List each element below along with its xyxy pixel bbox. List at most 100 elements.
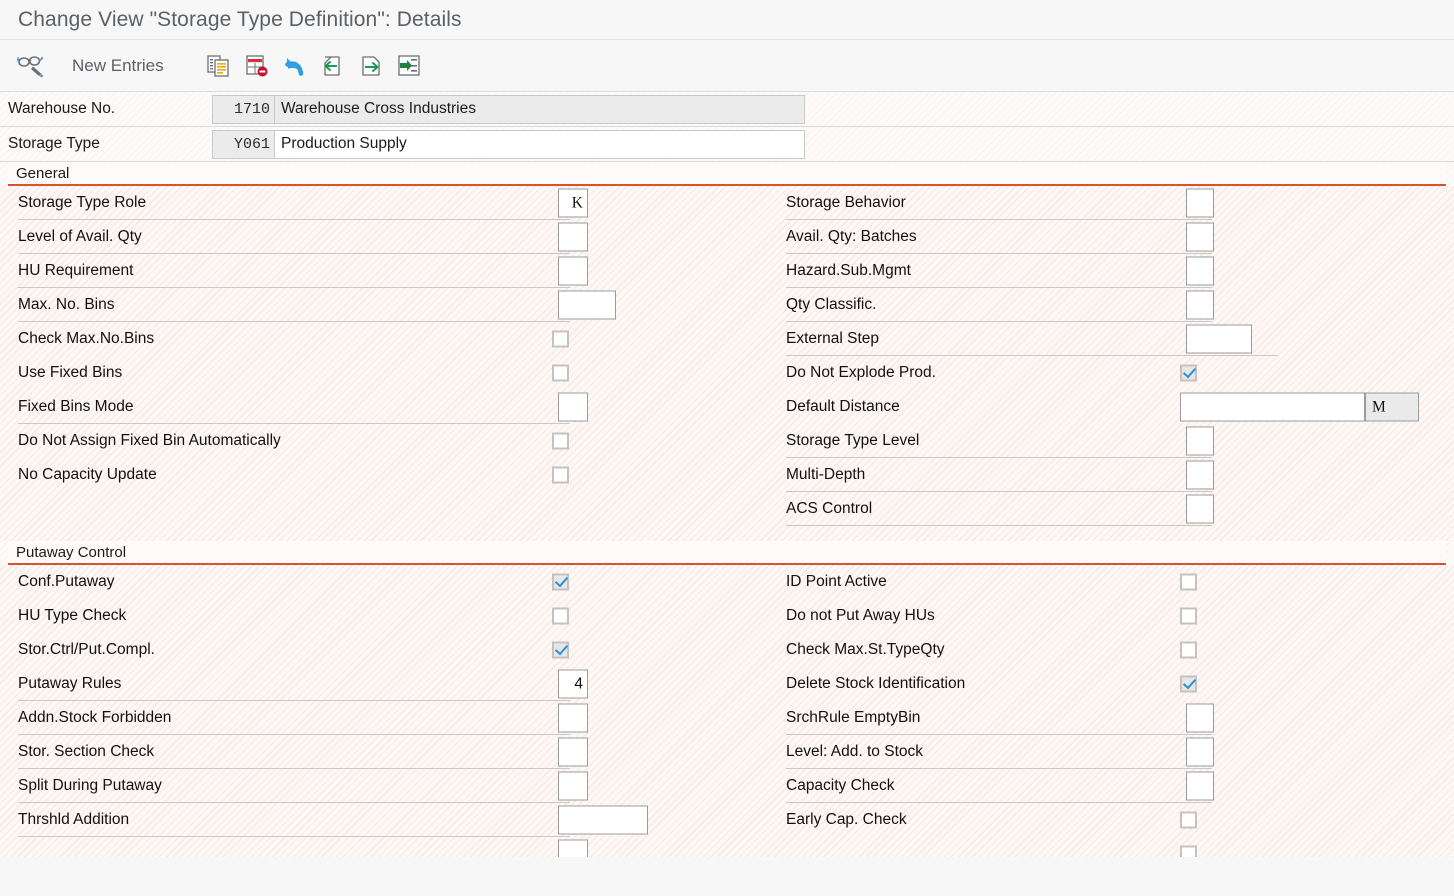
partial-next-input-left[interactable] — [558, 839, 588, 857]
do-not-explode-prod-checkbox[interactable] — [1180, 364, 1197, 382]
field-label: Check Max.No.Bins — [18, 330, 155, 347]
field-label: Default Distance — [786, 398, 900, 415]
putaway-rules-input[interactable]: 4 — [558, 669, 588, 699]
field-level-add-to-stock: Level: Add. to Stock — [776, 735, 1446, 769]
storage-type-level-input[interactable] — [1186, 426, 1214, 456]
field-label: Qty Classific. — [786, 296, 877, 313]
storage-type-key-field[interactable]: Y061 — [212, 129, 275, 159]
putaway-control-section-body: Conf.Putaway HU Type Check Stor.Ctrl/Put… — [0, 565, 1454, 857]
field-partial-next-row-left — [8, 837, 768, 857]
early-cap-check-checkbox[interactable] — [1180, 811, 1197, 829]
id-point-active-checkbox[interactable] — [1180, 573, 1197, 591]
copy-icon[interactable] — [200, 49, 238, 83]
thrshld-addition-input[interactable] — [558, 805, 648, 835]
field-hu-requirement: HU Requirement — [8, 254, 768, 288]
check-max-no-bins-checkbox[interactable] — [552, 330, 569, 348]
stor-ctrl-put-compl-checkbox[interactable] — [552, 641, 569, 659]
storage-type-row: Storage Type Y061 Production Supply — [0, 127, 1454, 162]
hazard-sub-mgmt-input[interactable] — [1186, 256, 1214, 286]
putaway-right-column: ID Point Active Do not Put Away HUs Chec… — [776, 565, 1446, 857]
field-level-of-avail-qty: Level of Avail. Qty — [8, 220, 768, 254]
field-label: Stor. Section Check — [18, 743, 155, 760]
check-max-st-type-qty-checkbox[interactable] — [1180, 641, 1197, 659]
field-label: Use Fixed Bins — [18, 364, 123, 381]
field-label: Level: Add. to Stock — [786, 743, 924, 760]
warehouse-row: Warehouse No. 1710 Warehouse Cross Indus… — [0, 92, 1454, 127]
split-during-putaway-input[interactable] — [558, 771, 588, 801]
field-capacity-check: Capacity Check — [776, 769, 1446, 803]
level-of-avail-qty-input[interactable] — [558, 222, 588, 252]
hu-requirement-input[interactable] — [558, 256, 588, 286]
field-multi-depth: Multi-Depth — [776, 458, 1446, 492]
field-check-max-st-type-qty: Check Max.St.TypeQty — [776, 633, 1446, 667]
capacity-check-input[interactable] — [1186, 771, 1214, 801]
field-stor-section-check: Stor. Section Check — [8, 735, 768, 769]
multi-depth-input[interactable] — [1186, 460, 1214, 490]
storage-type-role-input[interactable]: K — [558, 188, 588, 218]
field-id-point-active: ID Point Active — [776, 565, 1446, 599]
field-do-not-explode-prod: Do Not Explode Prod. — [776, 356, 1446, 390]
field-hu-type-check: HU Type Check — [8, 599, 768, 633]
field-do-not-put-away-hus: Do not Put Away HUs — [776, 599, 1446, 633]
field-thrshld-addition: Thrshld Addition — [8, 803, 768, 837]
previous-entry-icon[interactable] — [314, 49, 352, 83]
field-label: Do not Put Away HUs — [786, 607, 935, 624]
page-title: Change View "Storage Type Definition": D… — [18, 7, 462, 31]
field-default-distance: Default Distance M — [776, 390, 1446, 424]
delete-stock-identification-checkbox[interactable] — [1180, 675, 1197, 693]
fixed-bins-mode-input[interactable] — [558, 392, 588, 422]
warehouse-number-field[interactable]: 1710 — [212, 94, 275, 124]
delete-row-icon[interactable] — [238, 49, 276, 83]
addn-stock-forbidden-input[interactable] — [558, 703, 588, 733]
field-label: Check Max.St.TypeQty — [786, 641, 945, 658]
field-label: No Capacity Update — [18, 466, 157, 483]
use-fixed-bins-checkbox[interactable] — [552, 364, 569, 382]
undo-icon[interactable] — [276, 49, 314, 83]
field-early-cap-check: Early Cap. Check — [776, 803, 1446, 837]
field-addn-stock-forbidden: Addn.Stock Forbidden — [8, 701, 768, 735]
storage-type-description-field[interactable]: Production Supply — [275, 129, 805, 159]
field-stor-ctrl-put-compl: Stor.Ctrl/Put.Compl. — [8, 633, 768, 667]
field-label: Do Not Assign Fixed Bin Automatically — [18, 432, 281, 449]
field-srchrule-emptybin: SrchRule EmptyBin — [776, 701, 1446, 735]
general-section-body: Storage Type Role K Level of Avail. Qty … — [0, 186, 1454, 541]
field-label: Storage Behavior — [786, 194, 906, 211]
field-storage-type-role: Storage Type Role K — [8, 186, 768, 220]
warehouse-description-field: Warehouse Cross Industries — [275, 94, 805, 124]
external-step-input[interactable] — [1186, 324, 1252, 354]
acs-control-input[interactable] — [1186, 494, 1214, 524]
application-toolbar: New Entries — [0, 40, 1454, 92]
putaway-control-section-title: Putaway Control — [8, 541, 1446, 565]
conf-putaway-checkbox[interactable] — [552, 573, 569, 591]
next-entry-icon[interactable] — [352, 49, 390, 83]
glasses-pencil-icon[interactable] — [12, 49, 50, 83]
default-distance-unit[interactable]: M — [1365, 392, 1419, 422]
do-not-put-away-hus-checkbox[interactable] — [1180, 607, 1197, 625]
header-fields: Warehouse No. 1710 Warehouse Cross Indus… — [0, 92, 1454, 162]
field-label: Storage Type Role — [18, 194, 147, 211]
stor-section-check-input[interactable] — [558, 737, 588, 767]
srchrule-emptybin-input[interactable] — [1186, 703, 1214, 733]
field-label: ACS Control — [786, 500, 873, 517]
window-title-bar: Change View "Storage Type Definition": D… — [0, 0, 1454, 40]
field-label: Fixed Bins Mode — [18, 398, 134, 415]
field-max-no-bins: Max. No. Bins — [8, 288, 768, 322]
partial-next-checkbox-right[interactable] — [1180, 845, 1197, 857]
default-distance-input[interactable] — [1180, 392, 1365, 422]
field-hazard-sub-mgmt: Hazard.Sub.Mgmt — [776, 254, 1446, 288]
field-no-capacity-update: No Capacity Update — [8, 458, 768, 492]
general-section-title: General — [8, 162, 1446, 186]
avail-qty-batches-input[interactable] — [1186, 222, 1214, 252]
field-label: Delete Stock Identification — [786, 675, 966, 692]
general-section: General Storage Type Role K Level of Ava… — [0, 162, 1454, 541]
select-entry-icon[interactable] — [390, 49, 428, 83]
hu-type-check-checkbox[interactable] — [552, 607, 569, 625]
qty-classific-input[interactable] — [1186, 290, 1214, 320]
level-add-to-stock-input[interactable] — [1186, 737, 1214, 767]
storage-behavior-input[interactable] — [1186, 188, 1214, 218]
field-external-step: External Step — [776, 322, 1446, 356]
max-no-bins-input[interactable] — [558, 290, 616, 320]
no-capacity-update-checkbox[interactable] — [552, 466, 569, 484]
new-entries-button[interactable]: New Entries — [72, 56, 164, 76]
do-not-assign-fixed-bin-checkbox[interactable] — [552, 432, 569, 450]
